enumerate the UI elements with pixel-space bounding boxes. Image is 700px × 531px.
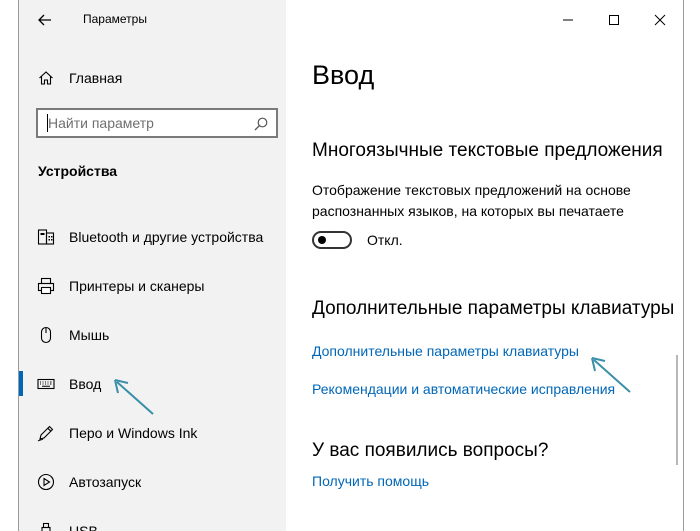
- back-button[interactable]: [19, 0, 71, 40]
- sidebar-item-label: Ввод: [69, 375, 102, 392]
- sidebar-item-label: USB: [69, 522, 98, 531]
- autoplay-icon: [36, 472, 56, 492]
- sidebar-item-label: Перо и Windows Ink: [69, 424, 198, 441]
- sidebar-item-label: Bluetooth и другие устройства: [69, 228, 264, 245]
- bluetooth-devices-icon: [36, 227, 56, 247]
- usb-icon: [36, 521, 56, 531]
- sidebar-item-pen[interactable]: Перо и Windows Ink: [19, 408, 286, 457]
- main-content: Ввод Многоязычные текстовые предложения …: [286, 0, 683, 531]
- sidebar: Параметры Главная Устройства: [19, 0, 286, 531]
- sidebar-item-home[interactable]: Главная: [19, 60, 286, 96]
- minimize-button[interactable]: [545, 0, 591, 40]
- sidebar-item-mouse[interactable]: Мышь: [19, 310, 286, 359]
- home-icon: [36, 68, 56, 88]
- window-controls: [545, 0, 683, 40]
- multilingual-toggle[interactable]: [312, 231, 352, 249]
- minimize-icon: [563, 19, 573, 21]
- settings-window: Параметры Главная Устройства: [18, 0, 684, 531]
- sidebar-item-label: Принтеры и сканеры: [69, 277, 205, 294]
- sidebar-item-usb[interactable]: USB: [19, 506, 286, 531]
- close-icon: [654, 14, 666, 26]
- back-arrow-icon: [38, 14, 51, 26]
- multilingual-toggle-row: Откл.: [312, 231, 403, 249]
- close-button[interactable]: [637, 0, 683, 40]
- window-title: Параметры: [83, 12, 147, 26]
- sidebar-item-input[interactable]: Ввод: [19, 359, 286, 408]
- text-caret: [47, 114, 48, 132]
- get-help-link[interactable]: Получить помощь: [312, 473, 429, 489]
- multilingual-heading: Многоязычные текстовые предложения: [312, 140, 663, 161]
- search-input[interactable]: [44, 113, 248, 133]
- printer-icon: [36, 276, 56, 296]
- pen-icon: [36, 423, 56, 443]
- recommendations-link[interactable]: Рекомендации и автоматические исправлени…: [312, 381, 615, 397]
- maximize-icon: [609, 15, 619, 25]
- toggle-knob: [318, 236, 326, 244]
- sidebar-nav: Bluetooth и другие устройства Принтеры и…: [19, 212, 286, 531]
- sidebar-item-autoplay[interactable]: Автозапуск: [19, 457, 286, 506]
- sidebar-item-label: Мышь: [69, 326, 110, 343]
- sidebar-item-printers[interactable]: Принтеры и сканеры: [19, 261, 286, 310]
- sidebar-item-label: Автозапуск: [69, 473, 142, 490]
- keyboard-heading: Дополнительные параметры клавиатуры: [312, 298, 675, 319]
- questions-heading: У вас появились вопросы?: [312, 440, 549, 461]
- sidebar-item-bluetooth[interactable]: Bluetooth и другие устройства: [19, 212, 286, 261]
- sidebar-item-label: Главная: [69, 70, 123, 86]
- section-heading: Устройства: [38, 163, 118, 179]
- maximize-button[interactable]: [591, 0, 637, 40]
- toggle-state-label: Откл.: [367, 232, 403, 248]
- page-title: Ввод: [312, 60, 375, 90]
- search-box[interactable]: [36, 108, 278, 138]
- scrollbar[interactable]: [676, 355, 678, 465]
- multilingual-description: Отображение текстовых предложений на осн…: [312, 182, 631, 219]
- mouse-icon: [36, 325, 56, 345]
- keyboard-icon: [36, 374, 56, 394]
- search-icon[interactable]: [253, 116, 269, 132]
- advanced-keyboard-link[interactable]: Дополнительные параметры клавиатуры: [312, 343, 579, 359]
